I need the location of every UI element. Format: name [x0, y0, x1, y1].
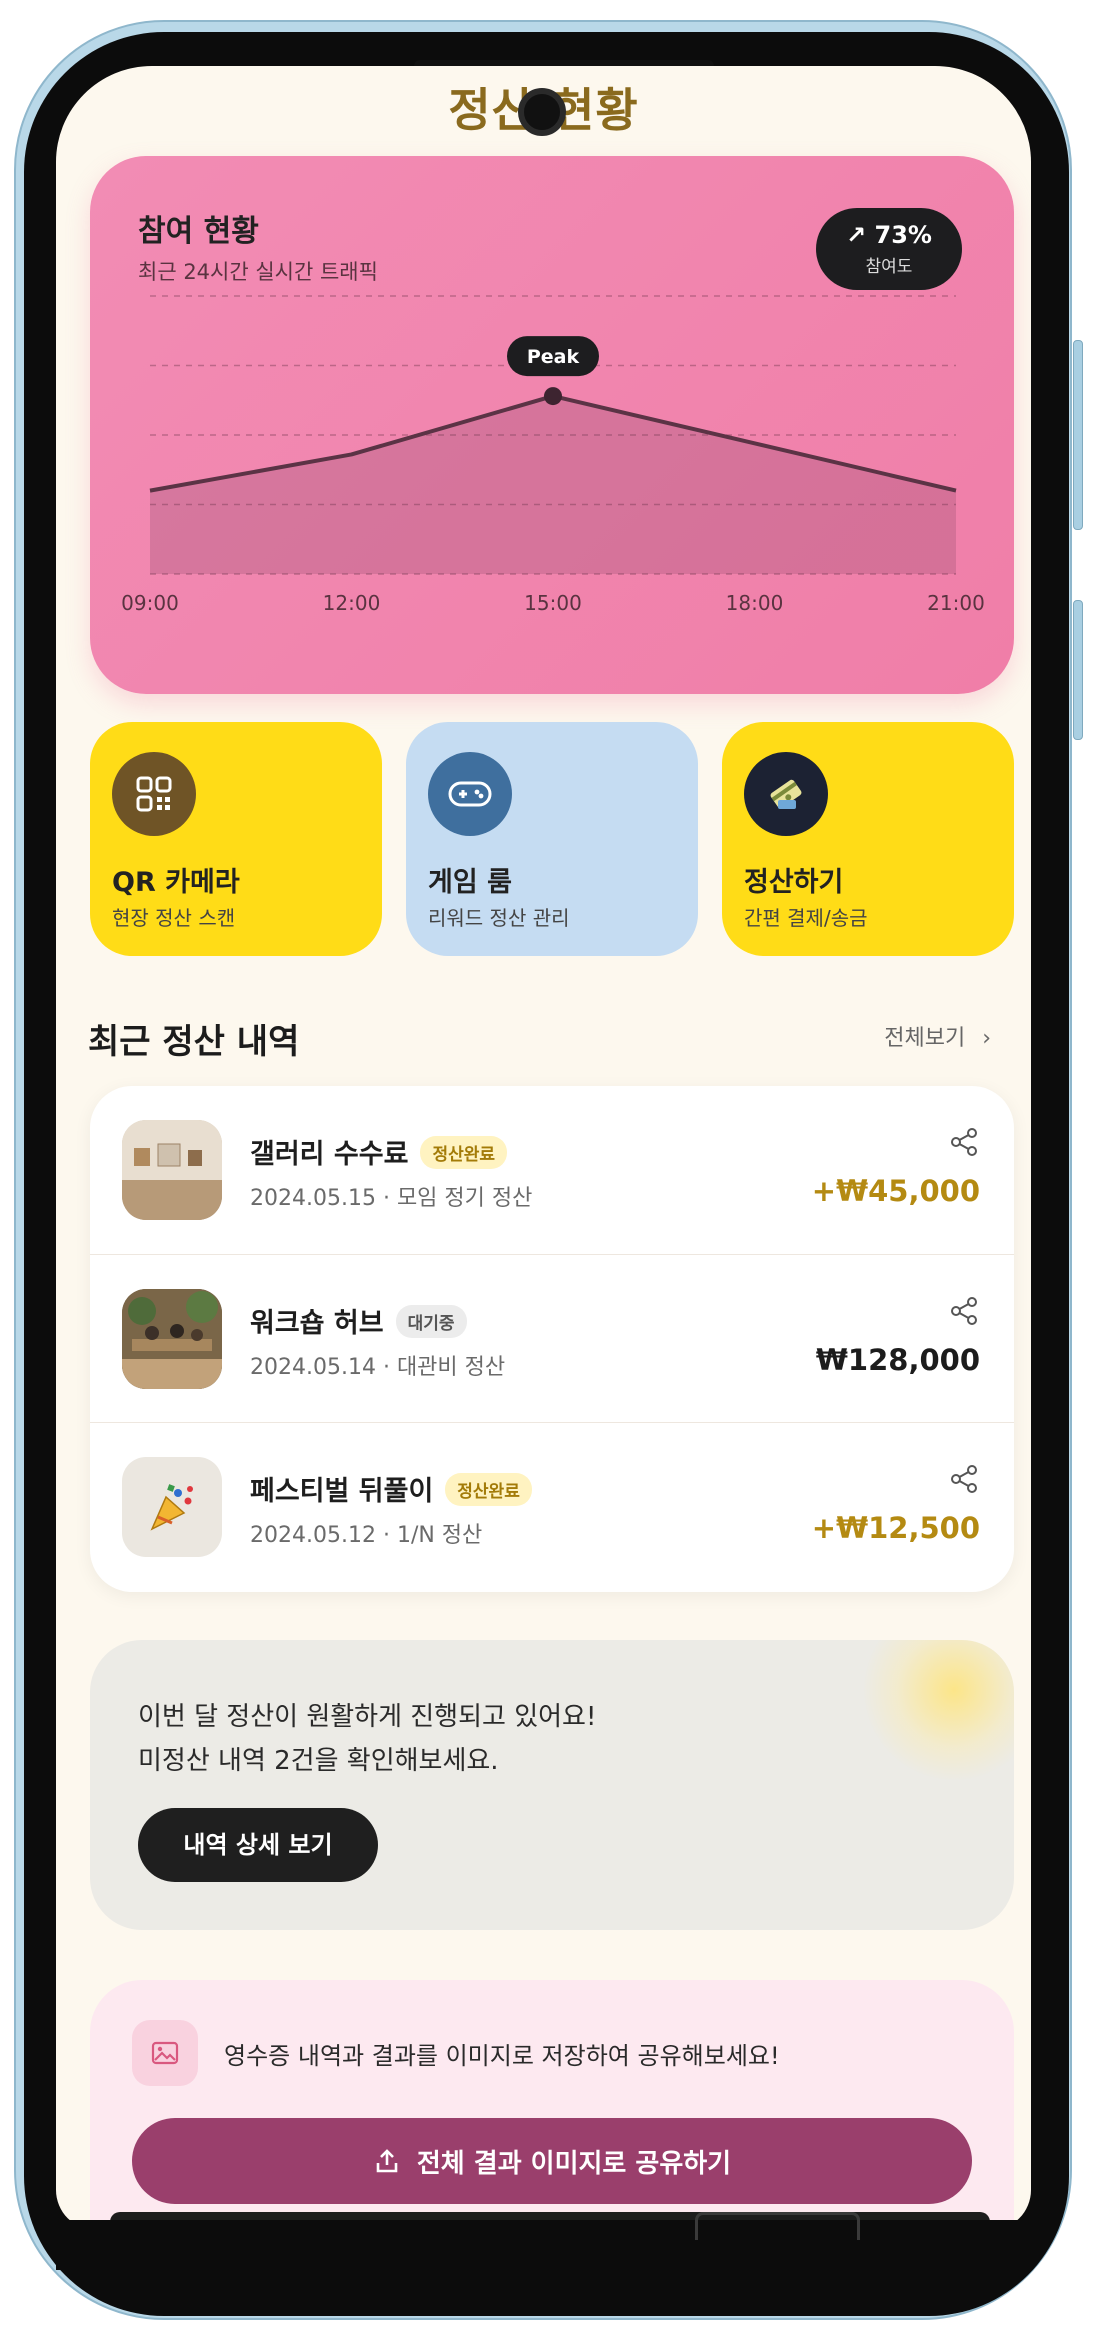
view-details-button[interactable]: 내역 상세 보기	[138, 1808, 378, 1882]
status-badge: 대기중	[395, 1305, 467, 1338]
chevron-right-icon: ›	[982, 1026, 991, 1051]
badge-value: 73%	[874, 221, 932, 249]
participation-badge: ↗ 73% 참여도	[816, 208, 962, 290]
item-date: 2024.05.14 · 대관비 정산	[250, 1355, 506, 1380]
recent-section-title: 최근 정산 내역	[88, 1022, 300, 1062]
item-title: 워크숍 허브	[250, 1308, 384, 1339]
badge-value-row: ↗ 73%	[816, 221, 962, 249]
qr-code-icon	[112, 752, 196, 836]
item-amount: +₩12,500	[811, 1511, 980, 1545]
front-camera	[518, 88, 566, 136]
participation-title: 참여 현황	[138, 214, 259, 249]
device-chin	[56, 2220, 1031, 2270]
participation-card: 09:00 12:00 15:00 18:00 21:00 Peak 참여 현황 최근 2…	[90, 156, 1014, 694]
settle-button[interactable]: 정산하기 간편 결제/송금	[722, 722, 1014, 956]
game-room-button[interactable]: 게임 룸 리워드 정산 관리	[406, 722, 698, 956]
see-all-label: 전체보기	[884, 1026, 966, 1051]
gamepad-icon	[428, 752, 512, 836]
qa-subtitle: 리워드 정산 관리	[428, 906, 570, 930]
notice-card: 이번 달 정산이 원활하게 진행되고 있어요! 미정산 내역 2건을 확인해보세…	[90, 1640, 1014, 1930]
payment-icon	[744, 752, 828, 836]
upload-icon	[376, 2149, 398, 2173]
qa-subtitle: 현장 정산 스캔	[112, 906, 236, 930]
notice-line-2: 미정산 내역 2건을 확인해보세요.	[138, 1746, 499, 1776]
workshop-photo	[122, 1289, 222, 1389]
share-description: 영수증 내역과 결과를 이미지로 저장하여 공유해보세요!	[224, 2042, 780, 2070]
share-icon[interactable]	[948, 1295, 980, 1327]
list-item[interactable]: 워크숍 허브 대기중 2024.05.14 · 대관비 정산 ₩128,000	[90, 1254, 1014, 1422]
item-title: 페스티벌 뒤풀이	[250, 1476, 434, 1507]
power-button	[1073, 600, 1083, 740]
item-title-row: 갤러리 수수료 정산완료	[250, 1132, 508, 1171]
list-item[interactable]: 페스티벌 뒤풀이 정산완료 2024.05.12 · 1/N 정산 +₩12,50…	[90, 1422, 1014, 1590]
x-tick-label: 15:00	[524, 591, 582, 615]
share-card: 영수증 내역과 결과를 이미지로 저장하여 공유해보세요! 전체 결과 이미지로…	[90, 1980, 1014, 2230]
notice-line-1: 이번 달 정산이 원활하게 진행되고 있어요!	[138, 1702, 597, 1732]
list-item[interactable]: 갤러리 수수료 정산완료 2024.05.15 · 모임 정기 정산 +₩45,0…	[90, 1086, 1014, 1254]
volume-button	[1073, 340, 1083, 530]
qa-title: QR 카메라	[112, 867, 240, 898]
item-amount: ₩128,000	[815, 1343, 980, 1377]
item-title-row: 페스티벌 뒤풀이 정산완료	[250, 1469, 532, 1508]
decorative-glow	[864, 1640, 1014, 1780]
recent-list: 갤러리 수수료 정산완료 2024.05.15 · 모임 정기 정산 +₩45,0…	[90, 1086, 1014, 1592]
peak-point	[544, 387, 562, 406]
item-title-row: 워크숍 허브 대기중	[250, 1301, 467, 1340]
share-button-label: 전체 결과 이미지로 공유하기	[416, 2148, 732, 2179]
x-tick-label: 09:00	[121, 591, 179, 615]
share-all-results-button[interactable]: 전체 결과 이미지로 공유하기	[132, 2118, 972, 2204]
share-icon[interactable]	[948, 1126, 980, 1158]
item-date: 2024.05.12 · 1/N 정산	[250, 1523, 483, 1548]
see-all-link[interactable]: 전체보기 ›	[884, 1020, 991, 1052]
badge-label: 참여도	[865, 257, 913, 277]
item-date: 2024.05.15 · 모임 정기 정산	[250, 1186, 533, 1211]
x-tick-label: 12:00	[323, 591, 381, 615]
qa-title: 정산하기	[744, 867, 844, 898]
image-icon	[132, 2020, 198, 2086]
x-tick-label: 21:00	[927, 591, 985, 615]
party-popper-icon	[122, 1457, 222, 1557]
gallery-photo	[122, 1120, 222, 1220]
trend-up-icon: ↗	[846, 221, 867, 249]
item-amount: +₩45,000	[811, 1174, 980, 1208]
qa-subtitle: 간편 결제/송금	[744, 906, 868, 930]
app-screen: 정산 현황 09:00 12:00 15:00 18:00 21:00 Peak 참여 현…	[56, 66, 1031, 2230]
qa-title: 게임 룸	[428, 867, 512, 898]
home-indicator[interactable]	[695, 2212, 860, 2240]
status-badge: 정산완료	[420, 1136, 508, 1169]
status-badge: 정산완료	[445, 1473, 532, 1506]
qr-camera-button[interactable]: QR 카메라 현장 정산 스캔	[90, 722, 382, 956]
peak-label: Peak	[527, 346, 580, 368]
item-title: 갤러리 수수료	[250, 1139, 409, 1170]
share-icon[interactable]	[948, 1463, 980, 1495]
participation-subtitle: 최근 24시간 실시간 트래픽	[138, 260, 378, 284]
x-tick-label: 18:00	[726, 591, 784, 615]
series-area	[150, 396, 956, 574]
